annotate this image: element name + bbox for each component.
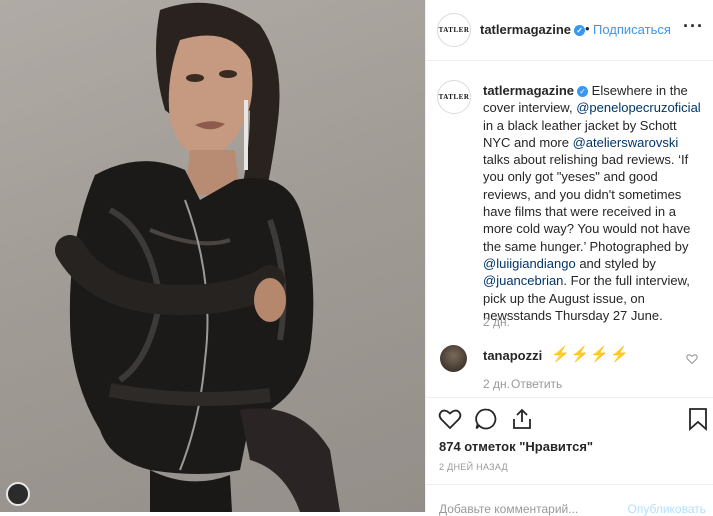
verified-icon: ✓	[574, 25, 586, 37]
profile-avatar[interactable]: TATLER	[437, 13, 471, 47]
actions-divider	[426, 397, 713, 399]
bookmark-icon[interactable]	[688, 407, 708, 436]
post-header: TATLER tatlermagazine ✓ • Подписаться ···	[426, 0, 713, 61]
like-comment-heart-icon[interactable]	[686, 352, 698, 370]
comment-input[interactable]: Добавьте комментарий...	[439, 502, 578, 516]
caption-avatar-text: TATLER	[438, 93, 470, 101]
reply-button[interactable]: Ответить	[511, 377, 562, 391]
mention-link[interactable]: @juancebrian	[483, 273, 563, 288]
username-text[interactable]: tatlermagazine	[480, 22, 571, 37]
post-side-panel: TATLER tatlermagazine ✓ • Подписаться ···…	[425, 0, 713, 516]
caption-part: talks about relishing bad reviews. ‘If y…	[483, 152, 691, 254]
mention-link[interactable]: @atelierswarovski	[573, 135, 679, 150]
share-icon[interactable]	[510, 407, 534, 436]
photo-illustration	[0, 0, 425, 512]
mention-link[interactable]: @luiigiandiango	[483, 256, 576, 271]
post-date[interactable]: 2 ДНЕЙ НАЗАД	[439, 462, 508, 472]
comment-timestamp[interactable]: 2 дн.	[483, 377, 510, 391]
publish-button[interactable]: Опубликовать	[628, 502, 706, 516]
caption-verified-icon: ✓	[577, 86, 589, 98]
instagram-post-view: TATLER tatlermagazine ✓ • Подписаться ···…	[0, 0, 713, 516]
comment-username[interactable]: tanapozzi	[483, 348, 542, 363]
mention-link[interactable]: @penelopecruzoficial	[576, 100, 701, 115]
caption-part: and styled by	[575, 255, 656, 271]
comment-icon[interactable]	[474, 407, 498, 436]
photo-owner-avatar-icon[interactable]	[6, 482, 30, 506]
profile-username[interactable]: tatlermagazine ✓	[480, 22, 586, 37]
commenter-avatar[interactable]	[440, 345, 467, 372]
post-caption: tatlermagazine ✓ Elsewhere in the cover i…	[483, 82, 705, 324]
header-separator: •	[585, 21, 590, 36]
avatar-logo-text: TATLER	[438, 26, 470, 34]
post-photo[interactable]	[0, 0, 425, 512]
caption-timestamp[interactable]: 2 дн.	[483, 315, 510, 329]
follow-button[interactable]: Подписаться	[593, 22, 671, 37]
caption-text: Elsewhere in the cover interview, @penel…	[483, 83, 701, 323]
caption-avatar[interactable]: TATLER	[437, 80, 471, 114]
caption-username[interactable]: tatlermagazine	[483, 83, 574, 98]
comment-text: ⚡⚡⚡⚡	[551, 346, 630, 363]
heart-icon[interactable]	[438, 407, 462, 436]
more-icon[interactable]: ···	[683, 16, 704, 37]
likes-count[interactable]: 874 отметок "Нравится"	[439, 439, 593, 454]
